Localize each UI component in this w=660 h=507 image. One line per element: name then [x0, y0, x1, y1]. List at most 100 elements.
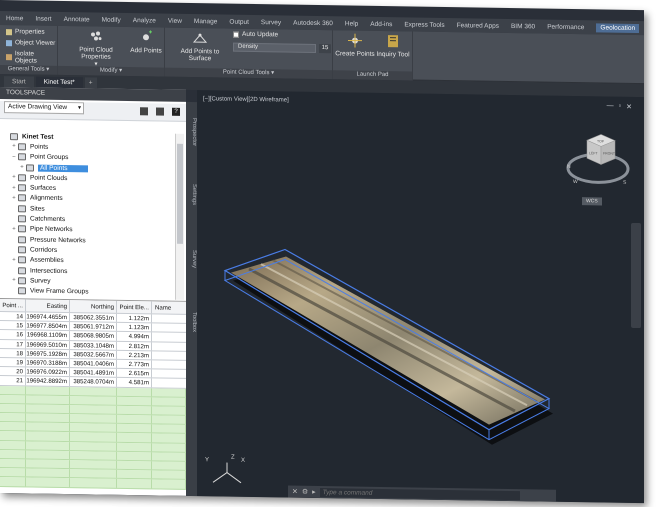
table-empty-cell[interactable] — [0, 422, 26, 431]
table-empty-cell[interactable] — [70, 478, 117, 488]
table-empty-cell[interactable] — [117, 479, 152, 488]
table-empty-cell[interactable] — [152, 387, 186, 397]
table-cell[interactable]: 385061.9712m — [70, 322, 117, 332]
table-empty-cell[interactable] — [152, 397, 186, 406]
ribbon-tab-manage[interactable]: Manage — [194, 18, 218, 25]
expand-toggle-icon[interactable]: + — [18, 164, 26, 170]
table-cell[interactable]: 21 — [0, 376, 26, 385]
column-header-point[interactable]: Point ... — [0, 299, 26, 312]
point-cloud-properties-button[interactable]: Point Cloud Properties ▾ — [64, 29, 128, 68]
density-value[interactable]: 15 — [319, 44, 331, 54]
table-cell[interactable]: 2.773m — [117, 359, 152, 369]
table-empty-cell[interactable] — [26, 441, 70, 450]
table-cell[interactable]: 1.123m — [117, 323, 152, 332]
table-empty-cell[interactable] — [117, 414, 152, 424]
expand-toggle-icon[interactable]: + — [10, 174, 18, 181]
ribbon-tab-performance[interactable]: Performance — [547, 23, 584, 31]
table-empty-cell[interactable] — [152, 415, 186, 425]
table-empty-cell[interactable] — [0, 413, 26, 422]
table-empty-cell[interactable] — [26, 450, 70, 460]
table-cell[interactable]: 16 — [0, 330, 26, 339]
table-empty-cell[interactable] — [117, 433, 152, 443]
column-header-elevation[interactable]: Point Ele... — [117, 300, 152, 314]
table-cell[interactable] — [152, 342, 186, 351]
density-slider[interactable]: Density — [233, 42, 317, 53]
add-points-to-surface-button[interactable]: Add Points to Surface — [169, 31, 231, 63]
table-cell[interactable]: 196974.4655m — [26, 312, 70, 322]
ribbon-tab-view[interactable]: View — [168, 17, 182, 24]
table-cell[interactable]: 4.994m — [117, 332, 152, 341]
expand-toggle-icon[interactable]: + — [10, 144, 18, 150]
table-empty-cell[interactable] — [70, 450, 117, 460]
table-cell[interactable] — [152, 314, 186, 323]
table-empty-cell[interactable] — [152, 461, 186, 471]
ribbon-tab-geolocation[interactable]: Geolocation — [596, 22, 640, 33]
table-cell[interactable] — [152, 379, 186, 388]
table-cell[interactable] — [152, 360, 186, 369]
table-empty-cell[interactable] — [26, 422, 70, 432]
tab-start[interactable]: Start — [4, 76, 34, 88]
table-empty-cell[interactable] — [26, 404, 70, 414]
table-cell[interactable]: 196976.0922m — [26, 367, 70, 377]
table-empty-cell[interactable] — [152, 406, 186, 415]
inquiry-tool-button[interactable]: Inquiry Tool — [375, 34, 411, 59]
wrench-icon[interactable]: ⚙ — [302, 488, 308, 496]
table-cell[interactable]: 2.615m — [117, 368, 152, 378]
expand-toggle-icon[interactable]: + — [10, 185, 18, 191]
table-empty-cell[interactable] — [26, 477, 70, 487]
table-empty-cell[interactable] — [0, 459, 26, 468]
tab-kinet-test[interactable]: Kinet Test* — [35, 76, 83, 89]
table-cell[interactable]: 17 — [0, 339, 26, 349]
drawing-view-select[interactable]: Active Drawing View ▾ — [4, 101, 84, 115]
close-icon[interactable]: ✕ — [292, 488, 298, 496]
list-view-icon[interactable] — [156, 107, 164, 116]
table-empty-cell[interactable] — [70, 441, 117, 451]
object-viewer-button[interactable]: Object Viewer — [6, 39, 55, 47]
tree-scrollbar[interactable] — [175, 133, 184, 300]
ribbon-tab-output[interactable]: Output — [229, 18, 249, 25]
table-empty-cell[interactable] — [152, 443, 186, 452]
ribbon-tab-modify[interactable]: Modify — [102, 16, 121, 23]
table-cell[interactable]: 385041.0406m — [70, 359, 117, 368]
properties-button[interactable]: Properties — [6, 28, 45, 36]
ribbon-tab-add-ins[interactable]: Add-ins — [370, 20, 392, 27]
table-empty-cell[interactable] — [70, 423, 117, 433]
table-empty-cell[interactable] — [70, 432, 117, 442]
ribbon-tab-home[interactable]: Home — [6, 15, 23, 22]
table-empty-cell[interactable] — [117, 396, 152, 406]
table-empty-cell[interactable] — [70, 469, 117, 479]
table-empty-cell[interactable] — [152, 424, 186, 434]
table-cell[interactable]: 385041.4891m — [70, 368, 117, 378]
table-empty-cell[interactable] — [70, 414, 117, 424]
tree-item-view-frame-groups[interactable]: View Frame Groups — [0, 285, 175, 298]
table-cell[interactable]: 385248.0704m — [70, 377, 117, 387]
table-cell[interactable]: 2.812m — [117, 341, 152, 351]
expand-toggle-icon[interactable]: + — [10, 226, 18, 232]
column-header-northing[interactable]: Northing — [70, 300, 117, 313]
ribbon-tab-autodesk-360[interactable]: Autodesk 360 — [293, 19, 333, 27]
table-cell[interactable]: 18 — [0, 348, 26, 358]
drawing-viewport[interactable]: [−][Custom View][2D Wireframe] — ▫ ✕ TOP… — [197, 90, 644, 504]
table-empty-cell[interactable] — [26, 459, 70, 469]
tab-prospector[interactable]: Prospector — [186, 118, 197, 146]
column-header-easting[interactable]: Easting — [26, 299, 70, 313]
table-empty-cell[interactable] — [26, 413, 70, 423]
ribbon-tab-analyze[interactable]: Analyze — [133, 17, 156, 24]
table-cell[interactable]: 196942.8892m — [26, 376, 70, 386]
ribbon-tab-express-tools[interactable]: Express Tools — [404, 21, 444, 29]
table-empty-cell[interactable] — [70, 404, 117, 414]
table-cell[interactable]: 196969.5010m — [26, 339, 70, 349]
table-cell[interactable]: 15 — [0, 321, 26, 330]
table-cell[interactable]: 196977.8504m — [26, 321, 70, 331]
tab-toolbox[interactable]: Toolbox — [186, 312, 197, 332]
table-empty-cell[interactable] — [0, 477, 26, 486]
tree-scrollbar-thumb[interactable] — [177, 143, 183, 244]
table-empty-cell[interactable] — [26, 385, 70, 395]
expand-toggle-icon[interactable]: − — [10, 154, 18, 160]
table-empty-cell[interactable] — [117, 387, 152, 397]
table-empty-cell[interactable] — [117, 451, 152, 461]
wcs-menu[interactable]: WCS — [582, 197, 602, 206]
ribbon-tab-insert[interactable]: Insert — [35, 15, 51, 22]
viewcube[interactable]: TOP LEFT FRONT N W S — [565, 126, 635, 202]
expand-toggle-icon[interactable]: + — [10, 195, 18, 201]
